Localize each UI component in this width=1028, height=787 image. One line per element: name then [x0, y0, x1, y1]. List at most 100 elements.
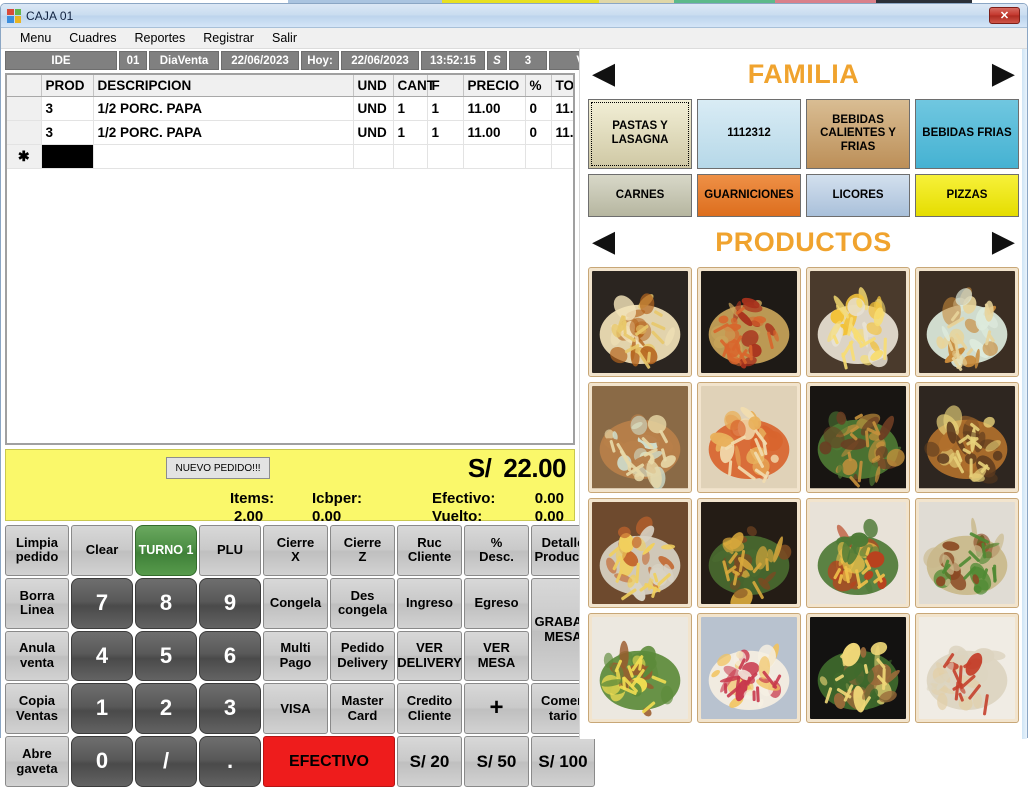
familia-bebidas-calientes-y-frias[interactable]: BEBIDAS CALIENTES Y FRIAS — [806, 99, 910, 170]
denom-100-button[interactable]: S/ 100 — [531, 736, 595, 787]
cell-precio: 11.00 — [463, 120, 526, 145]
menu-cuadres[interactable]: Cuadres — [60, 29, 125, 47]
menu-reportes[interactable]: Reportes — [126, 29, 195, 47]
close-icon[interactable]: ✕ — [989, 7, 1020, 24]
producto-cordon-bleu[interactable] — [697, 382, 801, 493]
sale-items-grid[interactable]: PRODDESCRIPCIONUNDCANTFPRECIO%TOTAL 31/2… — [5, 73, 575, 445]
grid-col-precio: PRECIO — [463, 75, 526, 97]
familia-bebidas-frias[interactable]: BEBIDAS FRIAS — [915, 99, 1019, 170]
ver-delivery-button[interactable]: VER DELIVERY — [397, 630, 462, 682]
cell-sel — [7, 120, 42, 145]
producto-parrilla-tabla-con-cremas[interactable] — [697, 497, 801, 608]
icbper-label: Icbper: — [312, 490, 363, 507]
key-7[interactable]: 7 — [71, 577, 133, 629]
key-dot[interactable]: . — [199, 736, 261, 787]
key-3[interactable]: 3 — [199, 683, 261, 735]
productos-header: ◀ PRODUCTOS ▶ — [580, 217, 1027, 267]
producto-postre-copa-frutas[interactable] — [697, 612, 801, 723]
ver-mesa-button[interactable]: VER MESA — [464, 630, 529, 682]
menu-salir[interactable]: Salir — [263, 29, 306, 47]
key-slash[interactable]: / — [135, 736, 197, 787]
producto-sandwich-con-papas[interactable] — [806, 612, 910, 723]
familia-next-arrow-icon[interactable]: ▶ — [992, 59, 1015, 89]
credito-cliente-button[interactable]: Credito Cliente — [397, 683, 462, 735]
key-1[interactable]: 1 — [71, 683, 133, 735]
info-hoy-date: 22/06/2023 — [341, 51, 419, 70]
product-image — [810, 501, 906, 604]
plus-button[interactable]: + — [464, 683, 529, 735]
familia-licores[interactable]: LICORES — [806, 174, 910, 217]
key-9[interactable]: 9 — [199, 577, 261, 629]
denom-20-button[interactable]: S/ 20 — [397, 736, 462, 787]
producto-pasta-con-tocino[interactable] — [915, 612, 1019, 723]
producto-churrasco-con-papas[interactable] — [588, 612, 692, 723]
anula-venta-button[interactable]: Anula venta — [5, 630, 69, 682]
key-5[interactable]: 5 — [135, 630, 197, 682]
efectivo-button[interactable]: EFECTIVO — [263, 736, 395, 787]
mastercard-button[interactable]: Master Card — [330, 683, 395, 735]
caja-window: CAJA 01 ✕ Menu Cuadres Reportes Registrar Sa… — [0, 3, 1028, 787]
ingreso-button[interactable]: Ingreso — [397, 577, 462, 629]
producto-papas-fritas-con-ketchup[interactable] — [806, 267, 910, 378]
nuevo-pedido-button[interactable]: NUEVO PEDIDO!!! — [166, 457, 270, 479]
familia-prev-arrow-icon[interactable]: ◀ — [592, 59, 615, 89]
familia-carnes[interactable]: CARNES — [588, 174, 692, 217]
denom-50-button[interactable]: S/ 50 — [464, 736, 529, 787]
grid-body[interactable]: 31/2 PORC. PAPAUND1111.00011.0031/2 PORC… — [7, 96, 573, 169]
key-2[interactable]: 2 — [135, 683, 197, 735]
familia-pastas-y-lasagna[interactable]: PASTAS Y LASAGNA — [588, 99, 692, 170]
cierre-x-button[interactable]: Cierre X — [263, 525, 328, 576]
product-image — [919, 386, 1015, 489]
copia-ventas-button[interactable]: Copia Ventas — [5, 683, 69, 735]
cierre-z-button[interactable]: Cierre Z — [330, 525, 395, 576]
product-image — [592, 616, 688, 719]
producto-pollo-horneado-con-papas[interactable] — [915, 267, 1019, 378]
descuento-button[interactable]: % Desc. — [464, 525, 529, 576]
pedido-delivery-button[interactable]: Pedido Delivery — [330, 630, 395, 682]
cell-f: 1 — [427, 96, 464, 121]
table-row[interactable]: 31/2 PORC. PAPAUND1111.00011.00 — [7, 96, 573, 121]
cell-desc: 1/2 PORC. PAPA — [93, 96, 354, 121]
menu-registrar[interactable]: Registrar — [194, 29, 263, 47]
new-record-marker-icon: ✱ — [7, 144, 42, 169]
product-image — [701, 616, 797, 719]
windows-logo-icon — [7, 8, 21, 23]
borra-linea-button[interactable]: Borra Linea — [5, 577, 69, 629]
producto-bisteck-con-brocoli[interactable] — [915, 497, 1019, 608]
new-record-row[interactable]: ✱ — [7, 144, 573, 169]
congela-button[interactable]: Congela — [263, 577, 328, 629]
key-8[interactable]: 8 — [135, 577, 197, 629]
key-0[interactable]: 0 — [71, 736, 133, 787]
familia-guarniciones[interactable]: GUARNICIONES — [697, 174, 801, 217]
producto-anticuchos-con-choclo[interactable] — [915, 382, 1019, 493]
familia-pizzas[interactable]: PIZZAS — [915, 174, 1019, 217]
cell-f: 1 — [427, 120, 464, 145]
producto-chorizos-parrilla[interactable] — [697, 267, 801, 378]
familia-1112312[interactable]: 1112312 — [697, 99, 801, 170]
descongela-button[interactable]: Des congela — [330, 577, 395, 629]
producto-parrilla-carnes-mixtas[interactable] — [806, 382, 910, 493]
table-row[interactable]: 31/2 PORC. PAPAUND1111.00011.00 — [7, 120, 573, 145]
clear-button[interactable]: Clear — [71, 525, 133, 576]
productos-prev-arrow-icon[interactable]: ◀ — [592, 227, 615, 257]
producto-pollo-a-la-brasa-con-papas[interactable] — [588, 267, 692, 378]
plu-button[interactable]: PLU — [199, 525, 261, 576]
producto-lomo-saltado[interactable] — [806, 497, 910, 608]
key-6[interactable]: 6 — [199, 630, 261, 682]
limpia-pedido-button[interactable]: Limpia pedido — [5, 525, 69, 576]
new-cell-prod[interactable] — [41, 144, 94, 169]
ruc-cliente-button[interactable]: Ruc Cliente — [397, 525, 462, 576]
catalog-scrollbar[interactable] — [1022, 49, 1027, 739]
producto-pollo-plato-con-ensalada[interactable] — [588, 382, 692, 493]
turno-button[interactable]: TURNO 1 — [135, 525, 197, 576]
efectivo-value: 0.00 — [534, 490, 564, 507]
visa-button[interactable]: VISA — [263, 683, 328, 735]
vuelto-label: Vuelto: — [432, 508, 483, 525]
productos-next-arrow-icon[interactable]: ▶ — [992, 227, 1015, 257]
egreso-button[interactable]: Egreso — [464, 577, 529, 629]
producto-parrillada-familiar[interactable] — [588, 497, 692, 608]
key-4[interactable]: 4 — [71, 630, 133, 682]
multi-pago-button[interactable]: Multi Pago — [263, 630, 328, 682]
menu-menu[interactable]: Menu — [11, 29, 60, 47]
abre-gaveta-button[interactable]: Abre gaveta — [5, 736, 69, 787]
